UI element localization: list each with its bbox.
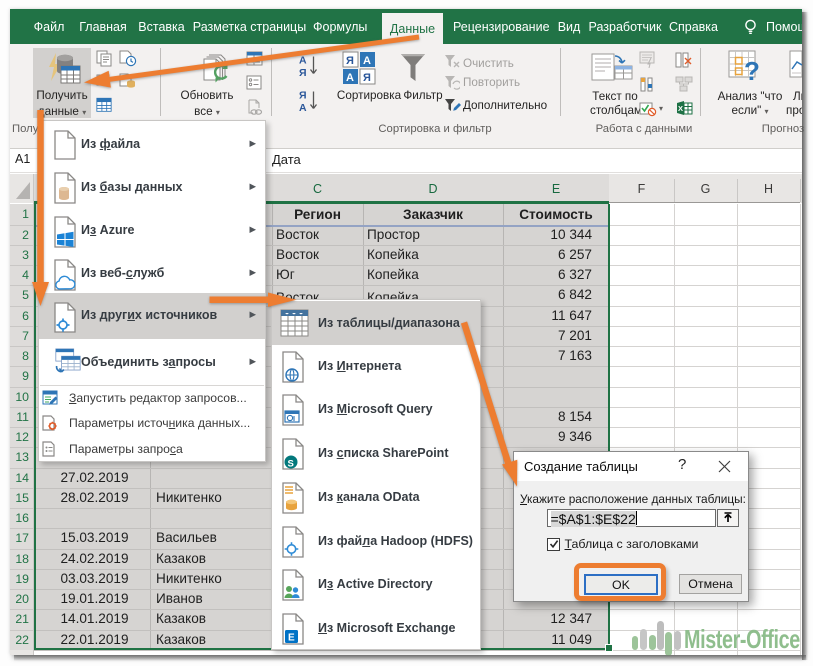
svg-text:А: А xyxy=(346,72,354,84)
svg-text:Я: Я xyxy=(363,72,371,84)
svg-text:S: S xyxy=(288,459,294,470)
svg-text:А: А xyxy=(363,55,371,67)
svg-text:E: E xyxy=(288,632,295,643)
svg-text:А: А xyxy=(299,55,307,67)
svg-text:X: X xyxy=(678,104,683,113)
svg-text:?: ? xyxy=(744,56,760,86)
svg-text:Я: Я xyxy=(299,90,307,102)
svg-text:А: А xyxy=(299,102,307,114)
svg-text:Я: Я xyxy=(299,67,307,79)
svg-text:Я: Я xyxy=(346,55,354,67)
